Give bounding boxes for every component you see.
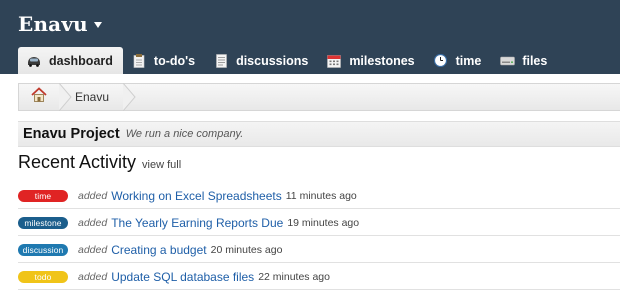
tab-label: to-do's [153,53,196,68]
caret-down-icon [93,22,102,28]
tab-milestones[interactable]: milestones [318,47,424,74]
activity-item-link[interactable]: The Yearly Earning Reports Due [111,216,283,230]
breadcrumb-current[interactable]: Enavu [75,84,109,110]
activity-time-ago: 19 minutes ago [287,216,360,229]
top-header: Enavu dashboard to-do's discussions mile… [0,0,620,74]
activity-item-link[interactable]: Creating a budget [111,243,206,257]
clock-icon [433,54,449,68]
tab-label: time [455,53,482,68]
tab-todos[interactable]: to-do's [123,47,205,74]
car-icon [26,54,42,68]
activity-verb: added [78,189,108,202]
drive-icon [499,54,515,68]
activity-row: discussion added Creating a budget 20 mi… [18,237,620,263]
type-badge: time [18,189,68,202]
section-title: Recent Activity [18,152,137,172]
activity-time-ago: 11 minutes ago [285,189,357,202]
type-badge: milestone [18,216,68,229]
view-full-link[interactable]: view full [142,159,181,171]
type-badge: todo [18,270,68,283]
activity-row: time added Working on Excel Spreadsheets… [18,183,620,209]
brand-name: Enavu [18,12,88,36]
tab-label: milestones [349,53,415,68]
activity-row: todo added Update SQL database files 22 … [18,264,620,290]
activity-time-ago: 22 minutes ago [258,270,330,283]
activity-item-link[interactable]: Working on Excel Spreadsheets [111,189,282,203]
tab-time[interactable]: time [425,47,492,74]
tab-discussions[interactable]: discussions [205,47,318,74]
breadcrumb: Enavu [18,83,620,111]
activity-item-link[interactable]: Update SQL database files [111,270,254,284]
activity-verb: added [78,216,108,229]
recent-activity-header: Recent Activity view full [18,152,181,173]
tab-label: files [522,53,548,68]
type-badge: discussion [18,243,68,256]
notepad-icon [131,53,147,68]
breadcrumb-separator [59,83,72,111]
project-header: Enavu Project We run a nice company. [18,121,620,147]
breadcrumb-home[interactable] [19,84,59,110]
activity-verb: added [78,243,108,256]
tab-files[interactable]: files [491,47,557,74]
tab-dashboard[interactable]: dashboard [18,47,123,74]
home-icon [31,86,47,108]
project-name: Enavu Project [23,126,120,142]
calendar-icon [326,54,342,68]
tab-label: discussions [236,53,309,68]
activity-list: time added Working on Excel Spreadsheets… [18,183,620,291]
main-tabs: dashboard to-do's discussions milestones… [18,47,557,74]
document-icon [213,53,229,68]
project-tagline: We run a nice company. [125,128,244,140]
activity-verb: added [78,270,108,283]
brand-menu[interactable]: Enavu [18,10,102,38]
breadcrumb-separator [123,83,136,111]
activity-time-ago: 20 minutes ago [210,243,283,256]
tab-label: dashboard [49,53,113,68]
activity-row: milestone added The Yearly Earning Repor… [18,210,620,236]
